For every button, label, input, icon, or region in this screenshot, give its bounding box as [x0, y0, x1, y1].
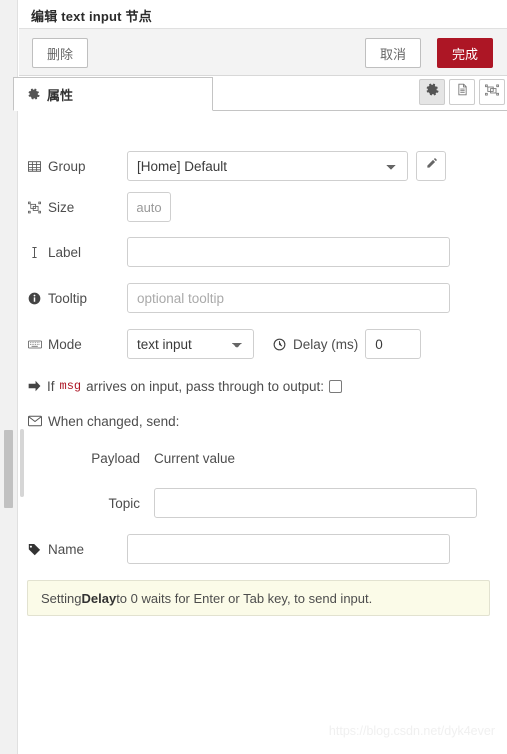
row-payload: Payload Current value	[27, 448, 490, 468]
group-label: Group	[27, 159, 127, 174]
size-button[interactable]: auto	[127, 192, 171, 222]
row-mode: Mode text input Delay (ms)	[27, 329, 490, 359]
dialog-toolbar: 删除 取消 完成	[19, 29, 507, 76]
form-scrollbar-thumb[interactable]	[20, 429, 24, 497]
tooltip-label: Tooltip	[27, 291, 127, 306]
cancel-button[interactable]: 取消	[365, 38, 421, 68]
tooltip-input[interactable]	[127, 283, 450, 313]
passthrough-text-after: arrives on input, pass through to output…	[86, 378, 325, 394]
label-field-label: Label	[27, 245, 127, 260]
document-icon	[456, 83, 469, 101]
row-group: Group [Home] Default	[27, 151, 490, 181]
size-label-text: Size	[48, 199, 75, 215]
page-title: 编辑 text input 节点	[31, 9, 152, 24]
form-scrollbar[interactable]	[19, 111, 25, 754]
row-when-changed: When changed, send:	[27, 411, 490, 431]
done-button[interactable]: 完成	[437, 38, 493, 68]
tooltip-label-text: Tooltip	[48, 290, 88, 306]
tab-properties-label: 属性	[47, 87, 74, 103]
tab-properties[interactable]: 属性	[13, 77, 213, 111]
envelope-icon	[27, 415, 42, 427]
row-tooltip: Tooltip	[27, 283, 490, 313]
page-scrollbar-thumb[interactable]	[4, 430, 13, 508]
edit-group-button[interactable]	[416, 151, 446, 181]
row-label: Label	[27, 237, 490, 267]
topic-input[interactable]	[154, 488, 477, 518]
row-topic: Topic	[27, 488, 490, 518]
name-label: Name	[27, 542, 127, 557]
when-changed-label: When changed, send:	[27, 414, 179, 429]
delete-button[interactable]: 删除	[32, 38, 88, 68]
label-input[interactable]	[127, 237, 450, 267]
mode-label-text: Mode	[48, 336, 82, 352]
page-scrollbar[interactable]	[0, 0, 18, 754]
dialog-title-bar: 编辑 text input 节点	[19, 0, 507, 29]
pencil-icon	[425, 157, 438, 175]
passthrough-text-before: If	[47, 378, 55, 394]
delay-hint-note: Setting Delay to 0 waits for Enter or Ta…	[27, 580, 490, 616]
group-select[interactable]: [Home] Default	[127, 151, 408, 181]
clock-icon	[272, 338, 287, 351]
mode-label: Mode	[27, 337, 127, 352]
mode-select[interactable]: text input	[127, 329, 254, 359]
topic-label: Topic	[108, 495, 140, 511]
row-name: Name	[27, 534, 490, 564]
arrow-right-icon	[27, 380, 42, 392]
name-input[interactable]	[127, 534, 450, 564]
properties-form: Group [Home] Default Size auto Label Too…	[19, 111, 507, 754]
node-edit-dialog: 编辑 text input 节点 删除 取消 完成 属性 Group [Home…	[0, 0, 507, 754]
note-prefix: Setting	[41, 590, 82, 606]
when-changed-label-text: When changed, send:	[48, 413, 180, 429]
object-group-icon	[485, 83, 499, 102]
payload-label: Payload	[91, 450, 140, 466]
gear-icon	[28, 88, 40, 100]
payload-value: Current value	[154, 450, 236, 466]
label-field-label-text: Label	[48, 244, 82, 260]
delay-input[interactable]	[365, 329, 422, 359]
passthrough-checkbox[interactable]	[329, 379, 343, 393]
size-label: Size	[27, 200, 127, 215]
object-group-icon	[27, 201, 42, 214]
description-tab-icon-button[interactable]	[449, 79, 475, 105]
keyboard-icon	[27, 338, 42, 351]
name-label-text: Name	[48, 541, 85, 557]
tab-action-buttons	[419, 79, 505, 105]
tag-icon	[27, 543, 42, 556]
note-bold: Delay	[81, 590, 117, 606]
group-label-text: Group	[48, 158, 86, 174]
info-circle-icon	[27, 292, 42, 305]
row-size: Size auto	[27, 192, 490, 222]
tab-strip: 属性	[13, 76, 507, 111]
text-cursor-icon	[27, 246, 42, 259]
msg-token: msg	[59, 379, 82, 393]
delay-label: Delay (ms)	[272, 337, 358, 352]
note-suffix: to 0 waits for Enter or Tab key, to send…	[116, 590, 373, 606]
delay-label-text: Delay (ms)	[293, 336, 359, 352]
appearance-tab-icon-button[interactable]	[479, 79, 505, 105]
watermark: https://blog.csdn.net/dyk4ever	[328, 724, 495, 738]
table-icon	[27, 160, 42, 173]
gear-icon	[426, 83, 439, 101]
properties-tab-icon-button[interactable]	[419, 79, 445, 105]
row-passthrough: If msg arrives on input, pass through to…	[27, 376, 490, 396]
